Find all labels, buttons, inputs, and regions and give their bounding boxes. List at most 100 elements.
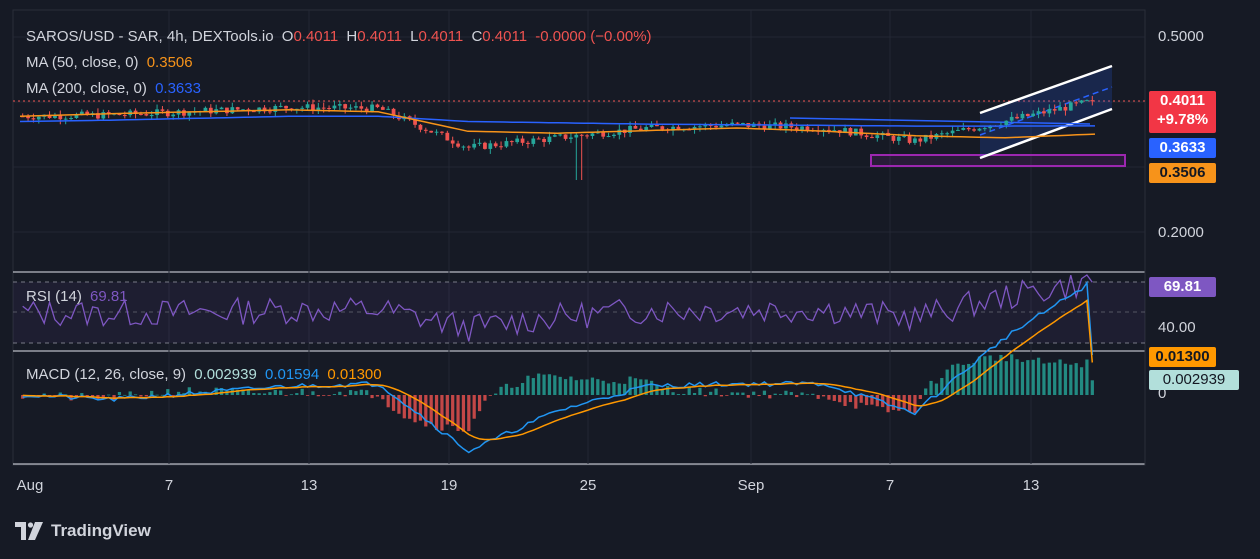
candle-body bbox=[950, 130, 955, 134]
candle-body bbox=[526, 142, 530, 144]
macd-hist-bar bbox=[854, 395, 858, 409]
candle-body bbox=[977, 128, 982, 131]
macd-hist-bar bbox=[574, 380, 578, 395]
candle-body bbox=[939, 133, 944, 135]
x-label-7: 7 bbox=[164, 477, 174, 494]
macd-hist-bar bbox=[150, 390, 154, 395]
candle-body bbox=[918, 138, 923, 142]
ma200-legend[interactable]: MA (200, close, 0) 0.3633 bbox=[26, 80, 205, 98]
macd-hist-bar bbox=[494, 393, 498, 395]
macd-hist-bar bbox=[386, 395, 390, 408]
macd-hist-bar bbox=[719, 395, 724, 397]
macd-hist-bar bbox=[488, 395, 492, 396]
macd-hist-bar bbox=[1020, 361, 1025, 395]
candle-body bbox=[1079, 100, 1084, 103]
candle-body bbox=[1068, 102, 1073, 111]
tradingview-logo-icon bbox=[15, 522, 43, 540]
support-zone-box[interactable] bbox=[870, 154, 1126, 167]
rsi-axis-tick: 40.00 bbox=[1158, 319, 1196, 336]
macd-hist-bar bbox=[1074, 363, 1078, 395]
macd-hist-bar bbox=[402, 395, 406, 419]
candle-body bbox=[1052, 109, 1057, 111]
macd-hist-bar bbox=[918, 395, 922, 400]
change-label: -0.0000 (−0.00%) bbox=[535, 28, 652, 45]
macd-hist-bar bbox=[1058, 359, 1062, 395]
macd-hist-bar bbox=[784, 390, 788, 395]
candle-body bbox=[327, 108, 331, 110]
macd-hist-bar bbox=[633, 378, 638, 395]
macd-hist-bar bbox=[628, 376, 632, 395]
macd-hist-bar bbox=[805, 394, 810, 396]
x-label-sep: Sep bbox=[737, 477, 765, 494]
candle-body bbox=[354, 106, 358, 108]
macd-hist-bar bbox=[537, 373, 541, 395]
macd-hist-bar bbox=[778, 394, 783, 395]
candle-body bbox=[219, 107, 224, 110]
candle-body bbox=[418, 124, 423, 130]
candle-body bbox=[628, 125, 632, 133]
macd-hist-bar bbox=[1004, 361, 1008, 395]
macd-hist-bar bbox=[273, 389, 277, 395]
macd-hist-bar bbox=[768, 395, 772, 399]
candle-body bbox=[203, 107, 208, 112]
macd-hist-bar bbox=[262, 393, 267, 395]
chart-frame[interactable]: SAROS/USD - SAR, 4h, DEXTools.io O0.4011… bbox=[0, 0, 1260, 559]
macd-hist-bar bbox=[133, 394, 138, 396]
macd-hist-bar bbox=[1031, 359, 1035, 395]
candle-body bbox=[800, 126, 804, 130]
open-label: O0.4011 bbox=[281, 28, 339, 45]
candle-body bbox=[1036, 111, 1041, 114]
candle-body bbox=[617, 129, 622, 135]
macd-hist-bar bbox=[397, 395, 401, 414]
rsi-legend[interactable]: RSI (14) 69.81 bbox=[26, 288, 132, 306]
candle-body bbox=[461, 146, 466, 148]
macd-hist-bar bbox=[531, 378, 535, 395]
tradingview-brand[interactable]: TradingView bbox=[15, 521, 151, 541]
macd-hist-bar bbox=[859, 395, 863, 403]
macd-hist-bar bbox=[687, 386, 691, 395]
macd-hist-bar bbox=[289, 394, 294, 396]
candle-body bbox=[278, 105, 283, 107]
macd-hist-bar bbox=[311, 391, 315, 395]
x-label-aug: Aug bbox=[16, 477, 44, 494]
candle-body bbox=[1090, 100, 1095, 102]
candle-body bbox=[284, 105, 288, 109]
x-label-sep-13: 13 bbox=[1022, 477, 1040, 494]
macd-hist-bar bbox=[128, 391, 132, 395]
macd-hist-bar bbox=[666, 385, 670, 395]
macd-signal-tag: 0.01300 bbox=[1149, 347, 1216, 367]
macd-hist-bar bbox=[155, 394, 159, 396]
candle-body bbox=[144, 114, 149, 116]
candle-body bbox=[359, 106, 364, 109]
candle-body bbox=[719, 125, 724, 128]
macd-hist-bar bbox=[596, 379, 600, 395]
candle-body bbox=[1047, 109, 1052, 114]
candle-body bbox=[171, 114, 176, 117]
candle-body bbox=[536, 138, 541, 140]
macd-hist-bar bbox=[257, 393, 261, 395]
ma200-value: 0.3633 bbox=[155, 80, 201, 97]
candle-body bbox=[423, 129, 428, 131]
macd-hist-bar bbox=[832, 395, 836, 401]
ma50-legend[interactable]: MA (50, close, 0) 0.3506 bbox=[26, 54, 197, 72]
candle-body bbox=[273, 105, 278, 112]
macd-hist-bar bbox=[601, 380, 605, 395]
macd-hist-bar bbox=[327, 395, 331, 396]
x-label-25: 25 bbox=[579, 477, 597, 494]
macd-label: MACD (12, 26, close, 9) bbox=[26, 366, 187, 383]
candle-body bbox=[972, 129, 976, 131]
candle-body bbox=[1015, 116, 1019, 119]
candle-body bbox=[343, 104, 348, 109]
macd-hist-bar bbox=[800, 392, 804, 395]
macd-hist-bar bbox=[461, 395, 466, 432]
high-label: H0.4011 bbox=[346, 28, 402, 45]
macd-hist-bar bbox=[714, 388, 718, 395]
macd-hist-tag: 0.002939 bbox=[1149, 370, 1239, 390]
macd-hist-bar bbox=[617, 383, 621, 395]
macd-hist-bar bbox=[843, 395, 847, 407]
candle-body bbox=[434, 131, 439, 133]
ma50-tag: 0.3506 bbox=[1149, 163, 1216, 183]
macd-legend[interactable]: MACD (12, 26, close, 9) 0.002939 0.01594… bbox=[26, 366, 386, 384]
macd-hist-bar bbox=[316, 395, 320, 397]
symbol-title[interactable]: SAROS/USD - SAR, 4h, DEXTools.io bbox=[26, 28, 274, 45]
